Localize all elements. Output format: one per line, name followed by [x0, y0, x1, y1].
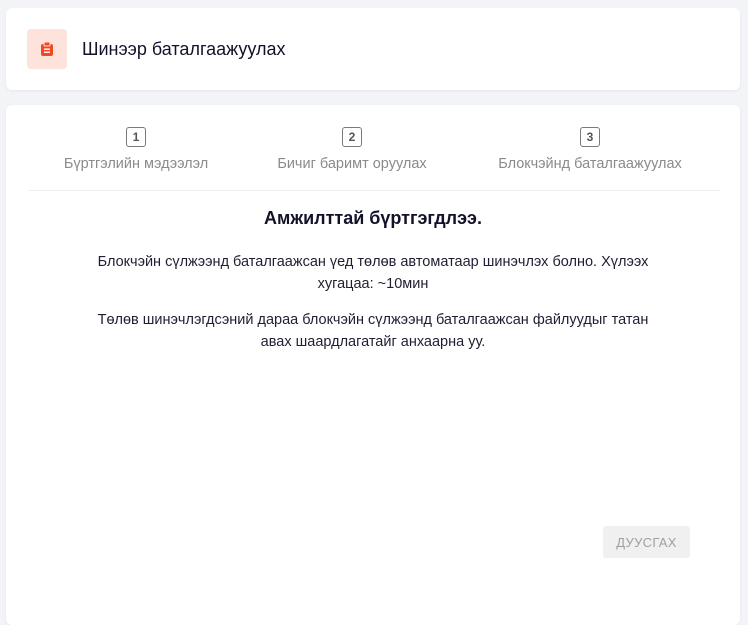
info-paragraph: Блокчэйн сүлжээнд баталгаажсан үед төлөв… [97, 254, 649, 292]
page-title: Шинээр баталгаажуулах [82, 38, 286, 59]
page-header: Шинээр баталгаажуулах [6, 8, 740, 90]
main-card: 1 Бүртгэлийн мэдээлэл 2 Бичиг баримт ору… [6, 105, 740, 625]
step-number: 1 [126, 127, 146, 147]
notice-paragraph: Төлөв шинэчлэгдсэний дараа блокчэйн сүлж… [97, 312, 649, 350]
finish-button[interactable]: ДУУСГАХ [603, 526, 690, 558]
step-label: Блокчэйнд баталгаажуулах [498, 156, 682, 172]
clipboard-icon [27, 29, 67, 69]
success-title: Амжилттай бүртгэгдлээ. [264, 208, 482, 228]
step-3: 3 Блокчэйнд баталгаажуулах [498, 127, 682, 172]
step-number: 2 [342, 127, 362, 147]
step-number: 3 [580, 127, 600, 147]
step-2: 2 Бичиг баримт оруулах [277, 127, 427, 172]
step-1: 1 Бүртгэлийн мэдээлэл [61, 127, 211, 172]
step-label: Бичиг баримт оруулах [277, 156, 427, 172]
stepper: 1 Бүртгэлийн мэдээлэл 2 Бичиг баримт ору… [28, 105, 720, 191]
step-label: Бүртгэлийн мэдээлэл [63, 156, 209, 172]
